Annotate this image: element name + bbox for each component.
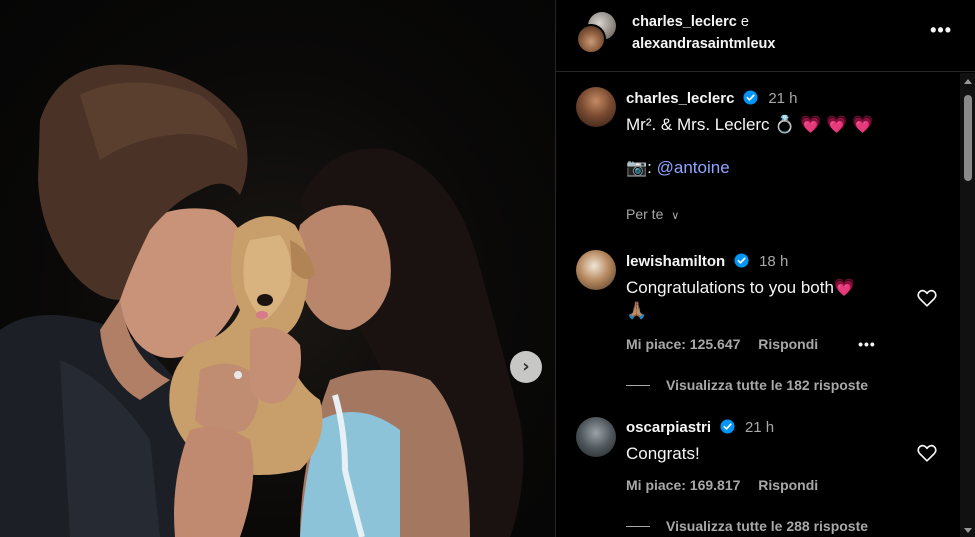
photo-illustration bbox=[0, 64, 524, 537]
more-options-icon[interactable]: ••• bbox=[858, 336, 876, 352]
avatar[interactable] bbox=[576, 250, 616, 290]
caption-time: 21 h bbox=[768, 90, 798, 107]
caption-credit: 📷: @antoine bbox=[626, 156, 730, 179]
scroll-down-arrow-icon[interactable] bbox=[964, 528, 972, 533]
comment-header: oscarpiastri 21 h bbox=[626, 419, 774, 437]
mention-link[interactable]: @antoine bbox=[657, 158, 730, 177]
comment-body: Congrats! bbox=[626, 444, 700, 463]
replies-label: Visualizza tutte le 288 risposte bbox=[666, 518, 869, 534]
comment-time: 21 h bbox=[744, 419, 775, 436]
heart-icon[interactable] bbox=[916, 442, 938, 464]
translation-toggle[interactable]: Per te ∨ bbox=[626, 206, 679, 222]
author-conjunction: e bbox=[740, 14, 749, 30]
collab-authors: charles_leclerc e alexandrasaintmleux bbox=[632, 11, 775, 55]
author-username[interactable]: charles_leclerc bbox=[632, 14, 737, 30]
reply-button[interactable]: Rispondi bbox=[758, 477, 818, 493]
view-replies-button[interactable]: Visualizza tutte le 182 risposte bbox=[626, 377, 868, 393]
carousel-next-button[interactable]: › bbox=[510, 351, 542, 383]
avatar[interactable] bbox=[576, 24, 606, 54]
avatar[interactable] bbox=[576, 417, 616, 457]
post-photo[interactable]: › bbox=[0, 0, 555, 537]
scrollbar[interactable] bbox=[960, 73, 975, 537]
caption-header: charles_leclerc 21 h bbox=[626, 90, 798, 108]
comment-text: Congrats! bbox=[626, 442, 700, 465]
likes-count[interactable]: Mi piace: 169.817 bbox=[626, 477, 740, 493]
post-header: charles_leclerc e alexandrasaintmleux ••… bbox=[556, 0, 975, 72]
view-replies-button[interactable]: Visualizza tutte le 288 risposte bbox=[626, 518, 868, 534]
replies-label: Visualizza tutte le 182 risposte bbox=[666, 377, 869, 393]
translation-label: Per te bbox=[626, 206, 664, 222]
comment-meta: Mi piace: 125.647 Rispondi ••• bbox=[626, 336, 890, 352]
comment-meta: Mi piace: 169.817 Rispondi bbox=[626, 477, 832, 493]
more-options-icon[interactable]: ••• bbox=[930, 20, 952, 41]
comment-header: lewishamilton 18 h bbox=[626, 253, 788, 271]
heart-emoji: 💗 bbox=[833, 278, 856, 297]
camera-emoji: 📷: bbox=[626, 158, 652, 177]
reply-divider bbox=[626, 526, 650, 527]
verified-badge-icon bbox=[734, 253, 749, 268]
comment-username[interactable]: lewishamilton bbox=[626, 253, 725, 270]
chevron-down-icon: ∨ bbox=[671, 210, 680, 222]
likes-count[interactable]: Mi piace: 125.647 bbox=[626, 336, 740, 352]
verified-badge-icon bbox=[719, 419, 735, 434]
heart-icon[interactable] bbox=[916, 287, 938, 309]
comment-time: 18 h bbox=[759, 253, 789, 270]
scroll-up-arrow-icon[interactable] bbox=[964, 79, 972, 84]
pray-emoji: 🙏🏽 bbox=[626, 301, 648, 320]
reply-divider bbox=[626, 385, 650, 386]
reply-button[interactable]: Rispondi bbox=[758, 336, 818, 352]
caption-text: Mr². & Mrs. Leclerc 💍 💗 💗 💗 bbox=[626, 113, 873, 136]
caption-username[interactable]: charles_leclerc bbox=[626, 90, 734, 107]
avatar[interactable] bbox=[576, 87, 616, 127]
chevron-right-icon: › bbox=[522, 356, 530, 377]
post-sidebar: charles_leclerc e alexandrasaintmleux ••… bbox=[555, 0, 975, 537]
collab-avatars[interactable] bbox=[576, 12, 618, 54]
caption-body: Mr². & Mrs. Leclerc bbox=[626, 115, 770, 134]
comment-body: Congratulations to you both bbox=[626, 278, 834, 297]
caption-emojis: 💍 💗 💗 💗 bbox=[774, 115, 874, 134]
author-username[interactable]: alexandrasaintmleux bbox=[632, 36, 775, 52]
scrollbar-thumb[interactable] bbox=[964, 95, 972, 181]
comment-text: Congratulations to you both💗 🙏🏽 bbox=[626, 276, 896, 322]
comment-username[interactable]: oscarpiastri bbox=[626, 419, 711, 436]
comments-scroll-area[interactable]: charles_leclerc 21 h Mr². & Mrs. Leclerc… bbox=[556, 73, 960, 537]
verified-badge-icon bbox=[743, 90, 758, 105]
